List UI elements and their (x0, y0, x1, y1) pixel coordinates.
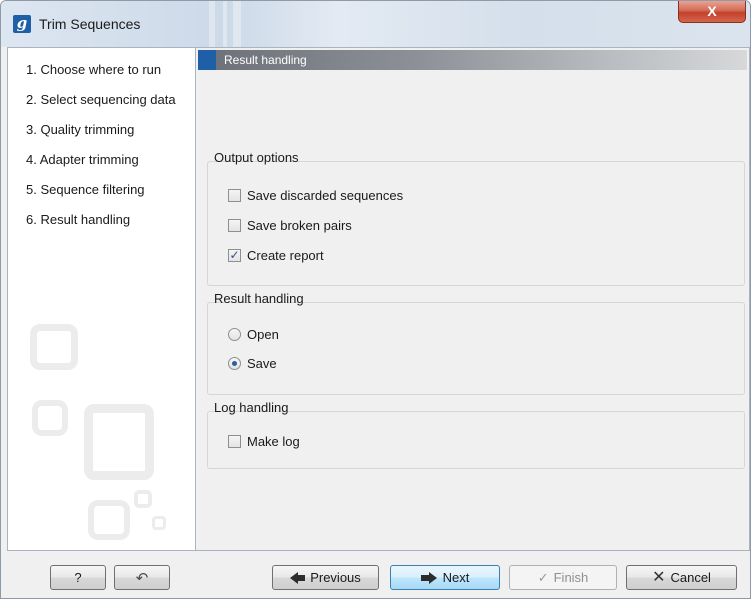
save-discarded-sequences-checkbox[interactable] (228, 188, 241, 202)
title-bar[interactable]: g Trim Sequences X (1, 1, 750, 47)
dialog-window: g Trim Sequences X 1. Choose where to ru… (0, 0, 751, 599)
decorative-square (88, 500, 130, 540)
step-adapter-trimming: 4. Adapter trimming (26, 152, 139, 167)
create-report-checkbox[interactable] (228, 248, 241, 262)
previous-label: Previous (310, 570, 361, 585)
app-logo-icon: g (13, 15, 31, 33)
output-options-title: Output options (214, 150, 299, 165)
save-broken-pairs-checkbox[interactable] (228, 218, 241, 232)
finish-button[interactable]: ✓ Finish (509, 565, 617, 590)
arrow-left-icon (290, 571, 306, 584)
save-broken-pairs-label: Save broken pairs (247, 217, 352, 233)
decorative-square (84, 404, 154, 480)
result-handling-group: Result handling Open Save (207, 291, 745, 395)
save-label: Save (247, 355, 277, 371)
save-option[interactable]: Save (228, 354, 277, 372)
create-report-label: Create report (247, 247, 324, 263)
step-result-handling: 6. Result handling (26, 212, 131, 227)
close-button[interactable]: X (678, 1, 746, 23)
wizard-steps-sidebar: 1. Choose where to run 2. Select sequenc… (7, 47, 195, 551)
content-panel: Result handling Output options Save disc… (195, 47, 750, 551)
output-options-group: Output options Save discarded sequences … (207, 150, 745, 286)
open-option[interactable]: Open (228, 325, 279, 343)
reset-button[interactable]: ↶ (114, 565, 170, 590)
save-discarded-sequences-label: Save discarded sequences (247, 187, 404, 203)
next-button[interactable]: Next (390, 565, 500, 590)
section-header: Result handling (198, 50, 747, 70)
finish-label: Finish (553, 570, 589, 585)
checkmark-icon: ✓ (537, 569, 549, 585)
save-radio[interactable] (228, 356, 241, 370)
step-sequence-filtering: 5. Sequence filtering (26, 182, 145, 197)
open-radio[interactable] (228, 327, 241, 341)
decorative-square (134, 490, 152, 508)
section-header-title: Result handling (224, 53, 307, 67)
decorative-square (30, 324, 78, 370)
previous-button[interactable]: Previous (272, 565, 379, 590)
decorative-square (32, 400, 68, 436)
make-log-checkbox[interactable] (228, 434, 241, 448)
cancel-label: Cancel (670, 570, 711, 585)
save-broken-pairs-option[interactable]: Save broken pairs (228, 216, 352, 234)
x-icon: ✕ (652, 568, 666, 586)
make-log-option[interactable]: Make log (228, 432, 300, 450)
log-handling-title: Log handling (214, 400, 289, 415)
header-accent (198, 50, 216, 70)
window-title: Trim Sequences (39, 16, 141, 32)
make-log-label: Make log (247, 433, 300, 449)
step-select-sequencing-data: 2. Select sequencing data (26, 92, 176, 107)
open-label: Open (247, 326, 279, 342)
log-handling-group: Log handling Make log (207, 400, 745, 469)
step-quality-trimming: 3. Quality trimming (26, 122, 135, 137)
next-label: Next (442, 570, 470, 585)
save-discarded-sequences-option[interactable]: Save discarded sequences (228, 186, 403, 204)
arrow-right-icon (420, 571, 437, 584)
result-handling-title: Result handling (214, 291, 304, 306)
reset-arrow-icon: ↶ (135, 569, 149, 587)
decorative-square (152, 516, 166, 530)
create-report-option[interactable]: Create report (228, 246, 324, 264)
cancel-button[interactable]: ✕ Cancel (626, 565, 737, 590)
close-icon: X (707, 3, 717, 19)
step-choose-where-to-run: 1. Choose where to run (26, 62, 162, 77)
help-button[interactable]: ? (50, 565, 106, 590)
